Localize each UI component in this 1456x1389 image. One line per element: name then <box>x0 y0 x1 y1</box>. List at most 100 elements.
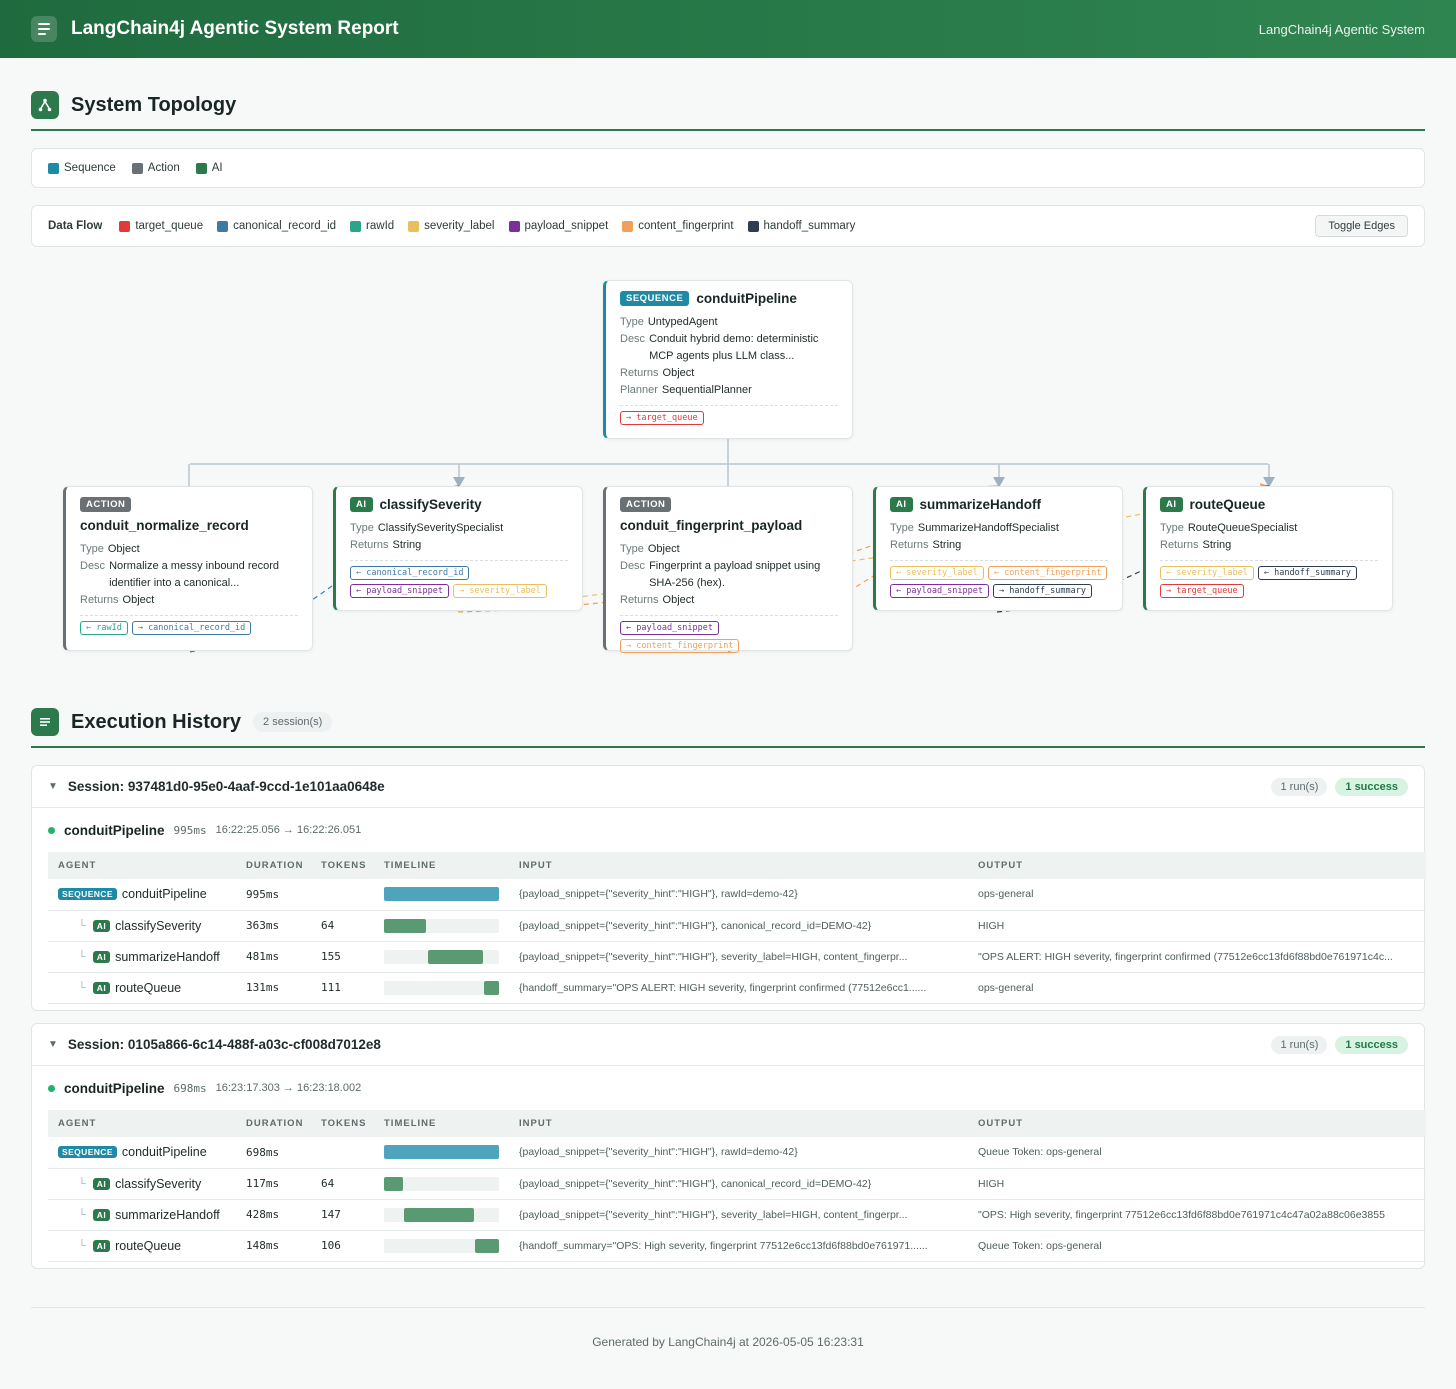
agent-node[interactable]: ACTION conduit_normalize_record Type Object… <box>63 486 313 651</box>
io-chips: ← severity_label ← handoff_summary → targe… <box>1160 566 1378 598</box>
field-key: Returns <box>80 594 119 606</box>
timeline-track <box>384 1145 499 1160</box>
output-cell: ops-general <box>968 972 1426 1004</box>
io-chip: ← payload_snippet <box>620 621 719 635</box>
node-field: Type RouteQueueSpecialist <box>1160 520 1378 537</box>
table-row[interactable]: └ AI summarizeHandoff 481ms 155 {payload_snip… <box>48 941 1426 973</box>
agent-cell: SEQUENCE conduitPipeline <box>48 879 236 911</box>
node-field: Type Object <box>620 541 838 558</box>
duration-cell: 117ms <box>236 1168 311 1200</box>
column-header: TOKENS <box>311 852 374 879</box>
node-divider <box>1160 560 1378 561</box>
agent-name: summarizeHandoff <box>115 1207 220 1222</box>
node-divider <box>80 615 298 616</box>
node-name: classifySeverity <box>379 497 482 512</box>
io-chip: → canonical_record_id <box>131 621 252 635</box>
node-field: Returns Object <box>620 365 838 382</box>
field-key: Desc <box>620 560 646 572</box>
agent-label: └ AI routeQueue <box>58 1239 226 1253</box>
tree-branch-icon: └ <box>78 981 86 994</box>
node-type-badge: ACTION <box>620 497 672 512</box>
node-header: SEQUENCE conduitPipeline <box>620 291 838 306</box>
legend-item: Sequence <box>48 162 116 174</box>
data-flow-swatch <box>747 220 759 232</box>
column-header: OUTPUT <box>968 1110 1426 1137</box>
data-flow-item: target_queue <box>119 220 203 232</box>
timeline-bar <box>474 1238 499 1253</box>
table-header-row: AGENT DURATION TOKENS TIMELINE INPUT OUTPUT <box>48 852 1426 879</box>
table-row[interactable]: └ AI routeQueue 131ms 111 {handoff_summary="O… <box>48 972 1426 1004</box>
node-type-badge: ACTION <box>80 497 132 512</box>
run-count-badge: 1 run(s) <box>1271 777 1328 796</box>
column-header: INPUT <box>509 852 968 879</box>
collapse-caret-icon[interactable]: ▼ <box>48 781 58 792</box>
column-header: TIMELINE <box>374 1110 509 1137</box>
session-title: Session: 937481d0-95e0-4aaf-9ccd-1e101aa… <box>67 779 385 794</box>
data-flow-swatch <box>119 220 131 232</box>
node-header: AI routeQueue <box>1160 497 1378 512</box>
table-row[interactable]: └ AI classifySeverity 363ms 64 {payload_snipp… <box>48 910 1426 942</box>
io-chips: ← rawId → canonical_record_id <box>80 621 298 635</box>
node-field: Desc Conduit hybrid demo: deterministic M… <box>620 331 838 365</box>
agent-name: classifySeverity <box>115 918 202 933</box>
field-key: Returns <box>620 594 659 606</box>
tree-branch-icon: └ <box>78 950 86 963</box>
input-cell: {handoff_summary="OPS ALERT: HIGH severi… <box>509 972 968 1004</box>
input-cell: {payload_snippet={"severity_hint":"HIGH"… <box>509 1168 968 1200</box>
node-field: Desc Fingerprint a payload snippet using … <box>620 558 838 592</box>
column-header: AGENT <box>48 1110 236 1137</box>
field-value: String <box>932 539 962 551</box>
menu-icon[interactable] <box>31 16 57 42</box>
field-value: SequentialPlanner <box>661 384 752 396</box>
agent-type-badge: AI <box>92 950 111 963</box>
agent-node[interactable]: AI classifySeverity Type ClassifySeveritySp… <box>333 486 583 611</box>
legend-label: Sequence <box>64 162 116 174</box>
node-field: Planner SequentialPlanner <box>620 382 838 399</box>
table-row[interactable]: └ AI classifySeverity 117ms 64 {payload_snipp… <box>48 1168 1426 1200</box>
node-name: conduit_fingerprint_payload <box>620 518 803 533</box>
agent-node[interactable]: SEQUENCE conduitPipeline Type UntypedAgent D… <box>603 280 853 439</box>
toggle-edges-button[interactable]: Toggle Edges <box>1315 215 1408 237</box>
node-divider <box>620 405 838 406</box>
table-row[interactable]: └ AI summarizeHandoff 428ms 147 {payload_snip… <box>48 1199 1426 1231</box>
field-value: Object <box>122 594 155 606</box>
table-header-row: AGENT DURATION TOKENS TIMELINE INPUT OUTPUT <box>48 1110 1426 1137</box>
table-row[interactable]: SEQUENCE conduitPipeline 698ms {payload_sni… <box>48 1137 1426 1169</box>
collapse-caret-icon[interactable]: ▼ <box>48 1039 58 1050</box>
input-cell: {payload_snippet={"severity_hint":"HIGH"… <box>509 910 968 942</box>
legend-label: Action <box>147 162 180 174</box>
timeline-cell <box>374 1230 509 1262</box>
tokens-cell: 106 <box>311 1230 374 1262</box>
node-type-badge: AI <box>1160 497 1183 512</box>
success-badge: 1 success <box>1335 1035 1408 1054</box>
field-key: Returns <box>1160 539 1199 551</box>
agent-type-badge: AI <box>92 1208 111 1221</box>
output-cell: HIGH <box>968 1168 1426 1200</box>
session-count-badge: 2 session(s) <box>253 712 333 732</box>
agent-node[interactable]: AI routeQueue Type RouteQueueSpecialist Retu… <box>1143 486 1393 611</box>
data-flow-item: canonical_record_id <box>217 220 336 232</box>
topology-graph: SEQUENCE conduitPipeline Type UntypedAgent D… <box>0 270 1456 670</box>
table-row[interactable]: SEQUENCE conduitPipeline 995ms {payload_sni… <box>48 879 1426 911</box>
field-key: Type <box>1160 522 1184 534</box>
topology-section-header: System Topology <box>31 81 1425 131</box>
field-value: RouteQueueSpecialist <box>1187 522 1298 534</box>
data-flow-title: Data Flow <box>48 220 103 232</box>
data-flow-item: content_fingerprint <box>622 220 734 232</box>
io-chip: ← canonical_record_id <box>350 566 470 580</box>
agent-name: routeQueue <box>115 1238 182 1253</box>
session-header[interactable]: ▼ Session: 0105a866-6c14-488f-a03c-cf008d… <box>32 1024 1424 1066</box>
timeline-track <box>384 887 499 902</box>
io-chip: ← severity_label <box>890 566 984 580</box>
tree-branch-icon: └ <box>78 1177 86 1190</box>
agent-cell: └ AI routeQueue <box>48 1230 236 1262</box>
field-key: Type <box>350 522 374 534</box>
field-key: Planner <box>620 384 658 396</box>
session-header[interactable]: ▼ Session: 937481d0-95e0-4aaf-9ccd-1e101a… <box>32 766 1424 808</box>
table-row[interactable]: └ AI routeQueue 148ms 106 {handoff_summary="O… <box>48 1230 1426 1262</box>
agent-node[interactable]: AI summarizeHandoff Type SummarizeHandoffSp… <box>873 486 1123 611</box>
node-type-badge: AI <box>890 497 913 512</box>
agent-node[interactable]: ACTION conduit_fingerprint_payload Type Obj… <box>603 486 853 653</box>
field-value: Conduit hybrid demo: deterministic MCP a… <box>649 333 819 362</box>
agent-label: └ AI routeQueue <box>58 981 226 995</box>
